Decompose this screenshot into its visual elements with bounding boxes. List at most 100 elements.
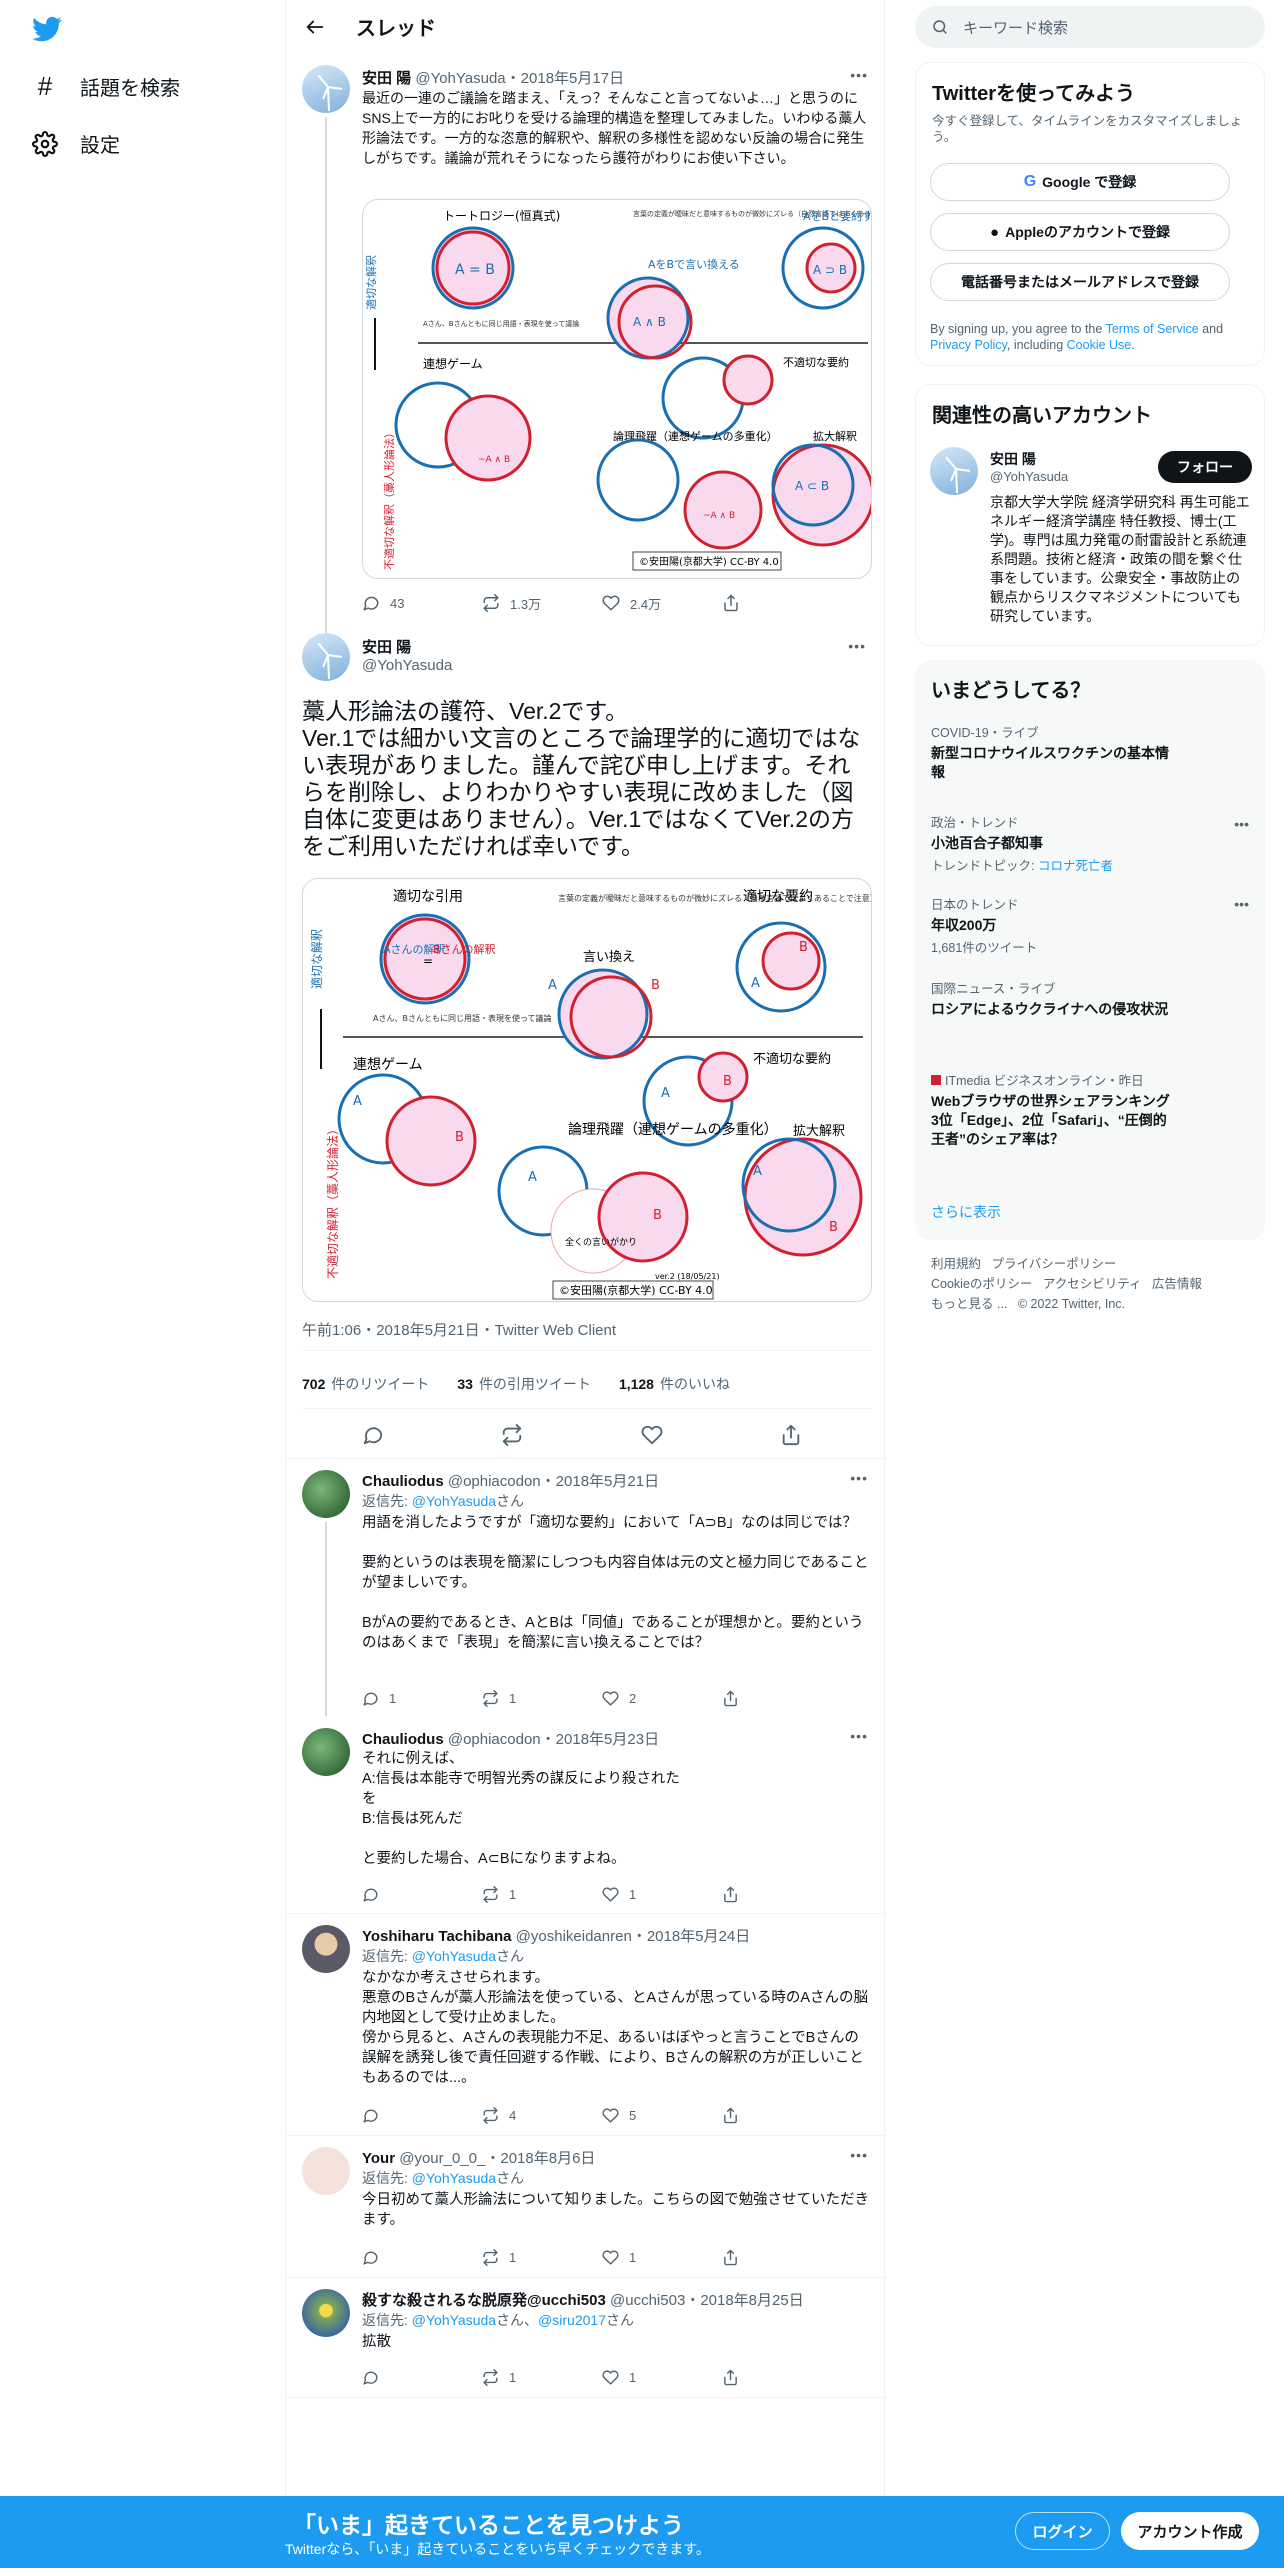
- tweet-date[interactable]: 2018年5月24日: [647, 1928, 750, 1945]
- nav-explore[interactable]: # 話題を検索: [32, 71, 180, 102]
- avatar[interactable]: [302, 2289, 350, 2337]
- avatar[interactable]: [302, 633, 350, 681]
- search-input[interactable]: キーワード検索: [963, 17, 1068, 38]
- mention-link[interactable]: @siru2017: [538, 2312, 606, 2328]
- retweet-button[interactable]: 4: [482, 2106, 552, 2124]
- login-button[interactable]: ログイン: [1015, 2512, 1110, 2550]
- share-button[interactable]: [722, 1690, 792, 1707]
- author-handle[interactable]: @yoshikeidanren: [516, 1928, 632, 1945]
- tweet-image[interactable]: トートロジー(恒真式) A = B Aさん、Bさんともに同じ用語・表現を使って議…: [362, 199, 872, 579]
- share-button[interactable]: [722, 2249, 792, 2266]
- share-button[interactable]: [722, 1886, 792, 1903]
- show-more-link[interactable]: さらに表示: [931, 1202, 1001, 1222]
- more-icon[interactable]: •••: [1234, 896, 1249, 912]
- trend-item[interactable]: COVID-19・ライブ 新型コロナウイルスワクチンの基本情報: [931, 722, 1251, 782]
- avatar[interactable]: [302, 65, 350, 113]
- share-button[interactable]: [722, 2369, 792, 2386]
- reply-button[interactable]: [362, 2249, 432, 2266]
- like-button[interactable]: 1: [602, 1886, 672, 1903]
- related-name[interactable]: 安田 陽: [990, 449, 1036, 469]
- like-button[interactable]: 1: [602, 2249, 672, 2266]
- author-name[interactable]: Chauliodus: [362, 1473, 444, 1490]
- avatar[interactable]: [930, 447, 978, 495]
- reply-icon[interactable]: [362, 1424, 384, 1446]
- reply-tweet[interactable]: Yoshiharu Tachibana @yoshikeidanren・2018…: [286, 1913, 886, 2135]
- twitter-logo-icon[interactable]: [30, 14, 64, 44]
- retweet-button[interactable]: 1.3万: [482, 594, 552, 613]
- like-button[interactable]: 5: [602, 2107, 672, 2124]
- cookie-link[interactable]: Cookie Use: [1067, 338, 1132, 352]
- retweet-button[interactable]: 1: [482, 2248, 552, 2266]
- back-arrow-icon[interactable]: [304, 16, 326, 38]
- retweet-button[interactable]: 1: [482, 2368, 552, 2386]
- like-button[interactable]: 2.4万: [602, 594, 672, 613]
- privacy-link[interactable]: Privacy Policy: [930, 338, 1007, 352]
- tweet-date[interactable]: 2018年5月17日: [521, 70, 624, 87]
- retweet-button[interactable]: 1: [482, 1689, 552, 1707]
- more-icon[interactable]: •••: [850, 1728, 868, 1744]
- mention-link[interactable]: @YohYasuda: [412, 2312, 496, 2328]
- footer-link[interactable]: 利用規約: [931, 1257, 981, 1271]
- author-handle[interactable]: @ophiacodon: [448, 1473, 541, 1490]
- mention-link[interactable]: @YohYasuda: [412, 2170, 496, 2186]
- share-button[interactable]: [722, 2107, 792, 2124]
- related-handle[interactable]: @YohYasuda: [990, 469, 1068, 484]
- avatar[interactable]: [302, 1470, 350, 1518]
- trend-topic-link[interactable]: コロナ死亡者: [1038, 859, 1113, 873]
- mention-link[interactable]: @YohYasuda: [412, 1948, 496, 1964]
- tweet-date[interactable]: 2018年5月23日: [556, 1731, 659, 1748]
- phone-signup-button[interactable]: 電話番号またはメールアドレスで登録: [930, 263, 1230, 301]
- more-icon[interactable]: •••: [850, 67, 868, 83]
- more-icon[interactable]: •••: [850, 2147, 868, 2163]
- author-handle[interactable]: @your_0_0_: [399, 2150, 485, 2167]
- reply-tweet[interactable]: Chauliodus @ophiacodon・2018年5月21日 ••• 返信…: [286, 1458, 886, 1716]
- trend-item[interactable]: ITmedia ビジネスオンライン・昨日 Webブラウザの世界シェアランキング …: [931, 1070, 1251, 1149]
- footer-link[interactable]: Cookieのポリシー: [931, 1277, 1032, 1291]
- more-icon[interactable]: •••: [1234, 816, 1249, 832]
- quotes-stat[interactable]: 33 件の引用ツイート: [457, 1374, 591, 1394]
- retweet-icon[interactable]: [501, 1424, 523, 1446]
- tweet-image[interactable]: 適切な引用 Aさんの解釈 = Bさんの解釈 Aさん、Bさんともに同じ用語・表現を…: [302, 878, 872, 1302]
- author-handle[interactable]: @YohYasuda: [362, 657, 452, 674]
- share-button[interactable]: [722, 594, 792, 612]
- footer-link[interactable]: もっと見る ...: [931, 1297, 1007, 1311]
- heart-icon[interactable]: [641, 1424, 663, 1446]
- trend-item[interactable]: 政治・トレンド 小池百合子都知事 トレンドトピック: コロナ死亡者: [931, 812, 1251, 874]
- reply-button[interactable]: [362, 1886, 432, 1903]
- reply-tweet[interactable]: Your @your_0_0_・2018年8月6日 ••• 返信先: @YohY…: [286, 2135, 886, 2277]
- author-name[interactable]: 安田 陽: [362, 636, 411, 657]
- retweets-stat[interactable]: 702 件のリツイート: [302, 1374, 429, 1394]
- author-name[interactable]: Your: [362, 2150, 395, 2167]
- tweet-date[interactable]: 2018年8月6日: [500, 2150, 595, 2167]
- apple-signup-button[interactable]: ● Appleのアカウントで登録: [930, 213, 1230, 251]
- tweet-date[interactable]: 2018年5月21日: [556, 1473, 659, 1490]
- trend-item[interactable]: 国際ニュース・ライブ ロシアによるウクライナへの侵攻状況: [931, 978, 1251, 1019]
- author-name[interactable]: Chauliodus: [362, 1731, 444, 1748]
- terms-link[interactable]: Terms of Service: [1106, 322, 1199, 336]
- footer-link[interactable]: 広告情報: [1152, 1277, 1202, 1291]
- author-name[interactable]: 殺すな殺されるな脱原発@ucchi503: [362, 2292, 606, 2309]
- reply-button[interactable]: [362, 2107, 432, 2124]
- tweet-timestamp[interactable]: 午前1:06・2018年5月21日・Twitter Web Client: [302, 1319, 616, 1340]
- tweet-date[interactable]: 2018年8月25日: [700, 2292, 803, 2309]
- footer-link[interactable]: アクセシビリティ: [1043, 1277, 1142, 1291]
- search-box[interactable]: キーワード検索: [915, 6, 1265, 48]
- reply-button[interactable]: [362, 2369, 432, 2386]
- tweet[interactable]: 安田 陽 @YohYasuda・2018年5月17日 ••• 最近の一連のご議論…: [286, 53, 886, 637]
- avatar[interactable]: [302, 1925, 350, 1973]
- reply-button[interactable]: 43: [362, 594, 432, 612]
- signup-button[interactable]: アカウント作成: [1121, 2512, 1259, 2550]
- retweet-button[interactable]: 1: [482, 1885, 552, 1903]
- avatar[interactable]: [302, 1728, 350, 1776]
- more-icon[interactable]: •••: [848, 638, 866, 654]
- author-handle[interactable]: @ophiacodon: [448, 1731, 541, 1748]
- author-handle[interactable]: @ucchi503: [610, 2292, 685, 2309]
- footer-link[interactable]: プライバシーポリシー: [991, 1257, 1116, 1271]
- like-button[interactable]: 1: [602, 2369, 672, 2386]
- author-handle[interactable]: @YohYasuda: [415, 70, 505, 87]
- author-name[interactable]: Yoshiharu Tachibana: [362, 1928, 511, 1945]
- google-signup-button[interactable]: G Google で登録: [930, 163, 1230, 201]
- likes-stat[interactable]: 1,128 件のいいね: [619, 1374, 730, 1394]
- reply-tweet[interactable]: 殺すな殺されるな脱原発@ucchi503 @ucchi503・2018年8月25…: [286, 2277, 886, 2397]
- nav-settings[interactable]: 設定: [32, 129, 120, 158]
